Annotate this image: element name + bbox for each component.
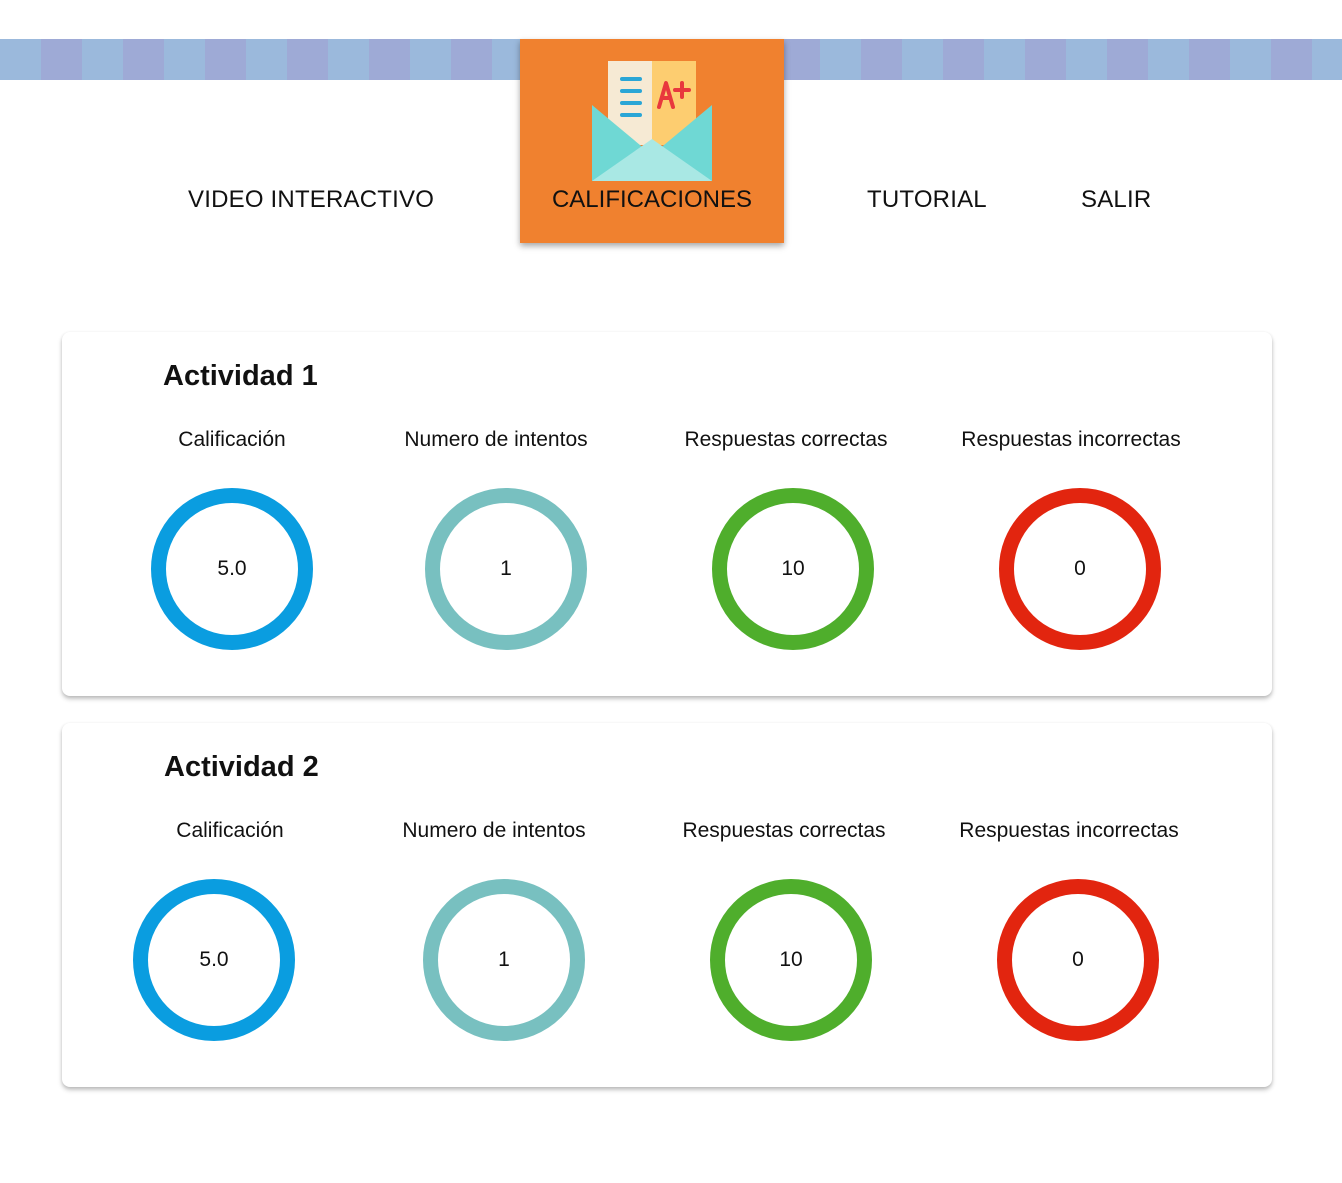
- activity-title: Actividad 1: [163, 360, 318, 392]
- calificacion-ring: 5.0: [151, 488, 313, 650]
- nav-video-interactivo[interactable]: VIDEO INTERACTIVO: [188, 186, 434, 214]
- stat-label: Respuestas correctas: [682, 819, 886, 842]
- nav-salir[interactable]: SALIR: [1081, 186, 1151, 214]
- nav-calificaciones[interactable]: CALIFICACIONES: [520, 39, 784, 243]
- stat-label: Numero de intentos: [402, 819, 586, 842]
- correctas-ring: 10: [710, 879, 872, 1041]
- stat-value: 1: [500, 557, 512, 580]
- stat-value: 5.0: [199, 948, 229, 971]
- stat-label: Respuestas correctas: [684, 428, 888, 451]
- stat-correctas: Respuestas correctas 10: [634, 819, 934, 1049]
- stat-intentos: Numero de intentos 1: [344, 819, 644, 1049]
- intentos-ring: 1: [425, 488, 587, 650]
- stat-calificacion: Calificación 5.0: [82, 428, 382, 658]
- nav-tutorial[interactable]: TUTORIAL: [867, 186, 987, 214]
- intentos-ring: 1: [423, 879, 585, 1041]
- stat-value: 0: [1074, 557, 1086, 580]
- stat-label: Respuestas incorrectas: [959, 819, 1179, 842]
- stat-calificacion: Calificación 5.0: [80, 819, 380, 1049]
- stat-intentos: Numero de intentos 1: [346, 428, 646, 658]
- stat-label: Calificación: [178, 428, 286, 451]
- correctas-ring: 10: [712, 488, 874, 650]
- stat-value: 10: [781, 557, 805, 580]
- stat-correctas: Respuestas correctas 10: [636, 428, 936, 658]
- activity-title: Actividad 2: [164, 751, 319, 783]
- stat-value: 0: [1072, 948, 1084, 971]
- stat-label: Numero de intentos: [404, 428, 588, 451]
- stat-label: Respuestas incorrectas: [961, 428, 1181, 451]
- nav-calificaciones-label: CALIFICACIONES: [551, 186, 753, 213]
- activity-card-1: Actividad 1 Calificación 5.0 Numero de i…: [62, 332, 1272, 696]
- stat-label: Calificación: [176, 819, 284, 842]
- stat-incorrectas: Respuestas incorrectas 0: [919, 819, 1219, 1049]
- activity-card-2: Actividad 2 Calificación 5.0 Numero de i…: [62, 723, 1272, 1087]
- stat-value: 10: [779, 948, 803, 971]
- stat-value: 5.0: [217, 557, 247, 580]
- stat-incorrectas: Respuestas incorrectas 0: [921, 428, 1221, 658]
- calificacion-ring: 5.0: [133, 879, 295, 1041]
- graded-letter-envelope-icon: [592, 61, 712, 181]
- incorrectas-ring: 0: [997, 879, 1159, 1041]
- incorrectas-ring: 0: [999, 488, 1161, 650]
- stat-value: 1: [498, 948, 510, 971]
